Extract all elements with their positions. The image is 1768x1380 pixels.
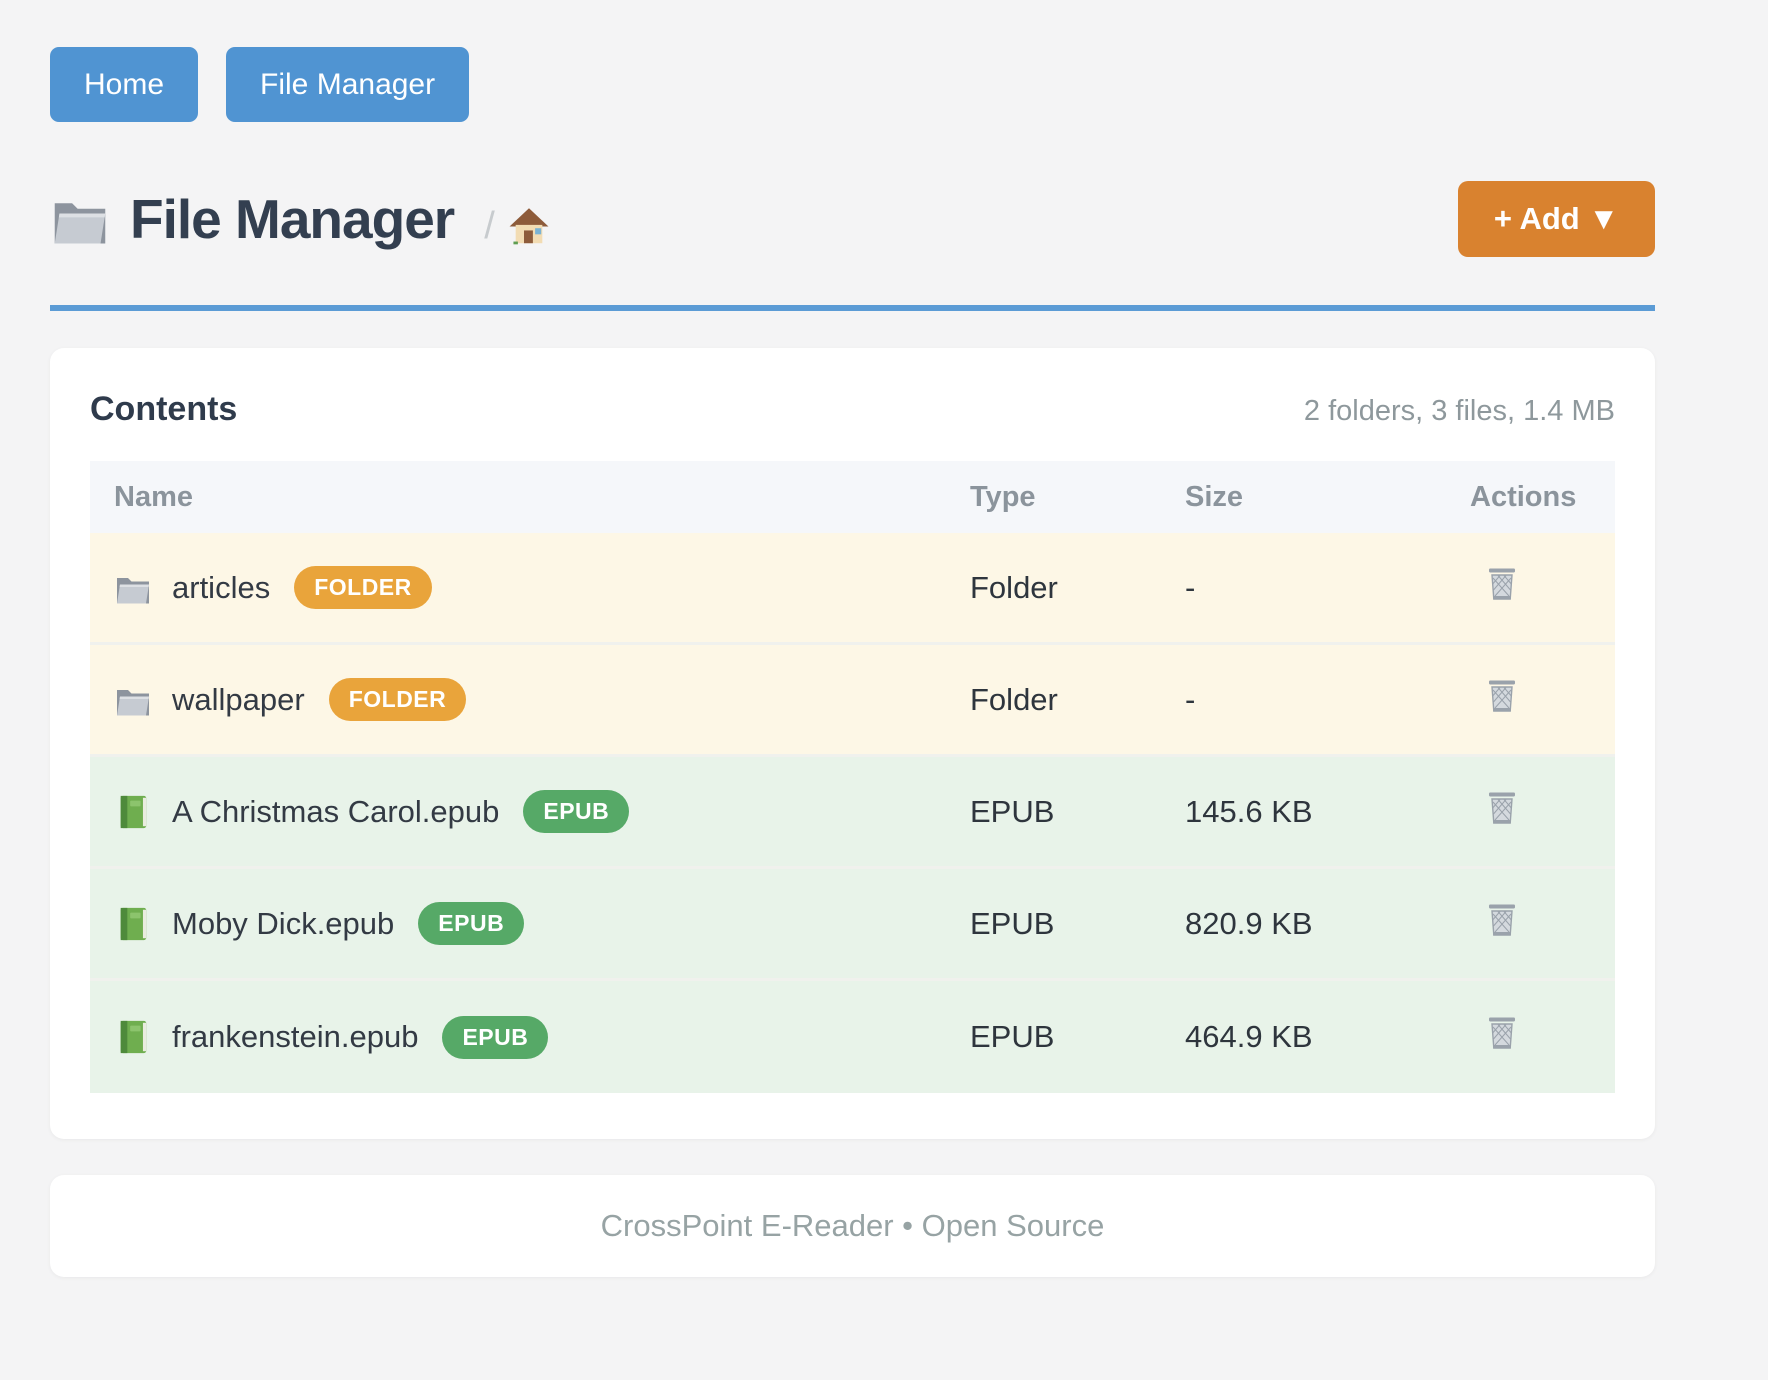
- footer-card: CrossPoint E-Reader • Open Source: [50, 1175, 1655, 1277]
- file-type-badge: EPUB: [418, 902, 524, 945]
- header-divider: [50, 305, 1655, 311]
- table-body: articles FOLDER Folder -: [90, 533, 1615, 1093]
- file-name: Moby Dick.epub: [172, 906, 394, 942]
- file-table: Name Type Size Actions articles FOLDER F…: [90, 461, 1615, 1093]
- contents-summary: 2 folders, 3 files, 1.4 MB: [1304, 395, 1615, 428]
- file-name: wallpaper: [172, 682, 305, 718]
- name-cell: frankenstein.epub EPUB: [90, 1016, 946, 1059]
- file-size: -: [1161, 682, 1446, 718]
- column-header-type: Type: [946, 481, 1161, 514]
- trash-icon: [1484, 901, 1520, 939]
- table-row[interactable]: frankenstein.epub EPUB EPUB 464.9 KB: [90, 981, 1615, 1093]
- folder-icon: [50, 192, 110, 246]
- file-type: EPUB: [946, 1019, 1161, 1055]
- name-cell: articles FOLDER: [90, 566, 946, 609]
- home-button[interactable]: Home: [50, 47, 198, 122]
- delete-button[interactable]: [1484, 901, 1520, 939]
- file-size: 464.9 KB: [1161, 1019, 1446, 1055]
- file-manager-button[interactable]: File Manager: [226, 47, 469, 122]
- file-type-badge: FOLDER: [329, 678, 467, 721]
- name-cell: A Christmas Carol.epub EPUB: [90, 790, 946, 833]
- table-row[interactable]: A Christmas Carol.epub EPUB EPUB 145.6 K…: [90, 757, 1615, 869]
- actions-cell: [1446, 565, 1615, 611]
- name-cell: wallpaper FOLDER: [90, 678, 946, 721]
- table-row[interactable]: articles FOLDER Folder -: [90, 533, 1615, 645]
- file-type: EPUB: [946, 794, 1161, 830]
- actions-cell: [1446, 789, 1615, 835]
- file-type: Folder: [946, 570, 1161, 606]
- top-nav: Home File Manager: [50, 47, 1655, 122]
- contents-card: Contents 2 folders, 3 files, 1.4 MB Name…: [50, 348, 1655, 1139]
- actions-cell: [1446, 677, 1615, 723]
- file-type: Folder: [946, 682, 1161, 718]
- column-header-actions: Actions: [1446, 481, 1615, 514]
- trash-icon: [1484, 1014, 1520, 1052]
- book-icon: [114, 906, 152, 942]
- book-icon: [114, 794, 152, 830]
- file-type-badge: EPUB: [523, 790, 629, 833]
- file-name: A Christmas Carol.epub: [172, 794, 499, 830]
- file-type-badge: EPUB: [442, 1016, 548, 1059]
- trash-icon: [1484, 789, 1520, 827]
- file-size: 820.9 KB: [1161, 906, 1446, 942]
- delete-button[interactable]: [1484, 1014, 1520, 1052]
- folder-icon: [114, 682, 152, 718]
- footer-text: CrossPoint E-Reader • Open Source: [601, 1208, 1105, 1244]
- name-cell: Moby Dick.epub EPUB: [90, 902, 946, 945]
- file-size: 145.6 KB: [1161, 794, 1446, 830]
- delete-button[interactable]: [1484, 789, 1520, 827]
- delete-button[interactable]: [1484, 565, 1520, 603]
- file-size: -: [1161, 570, 1446, 606]
- page-header: File Manager / + Add ▼: [50, 179, 1655, 259]
- trash-icon: [1484, 565, 1520, 603]
- table-row[interactable]: Moby Dick.epub EPUB EPUB 820.9 KB: [90, 869, 1615, 981]
- table-row[interactable]: wallpaper FOLDER Folder -: [90, 645, 1615, 757]
- add-button[interactable]: + Add ▼: [1458, 181, 1655, 257]
- page: Home File Manager File Manager /: [50, 0, 1655, 1277]
- breadcrumb-separator: /: [484, 205, 495, 248]
- breadcrumb: /: [484, 205, 549, 248]
- folder-icon: [114, 570, 152, 606]
- file-type-badge: FOLDER: [294, 566, 432, 609]
- book-icon: [114, 1019, 152, 1055]
- column-header-name: Name: [90, 481, 946, 514]
- table-header: Name Type Size Actions: [90, 461, 1615, 533]
- actions-cell: [1446, 1014, 1615, 1060]
- file-name: frankenstein.epub: [172, 1019, 418, 1055]
- delete-button[interactable]: [1484, 677, 1520, 715]
- column-header-size: Size: [1161, 481, 1446, 514]
- file-type: EPUB: [946, 906, 1161, 942]
- card-header: Contents 2 folders, 3 files, 1.4 MB: [90, 390, 1615, 429]
- file-name: articles: [172, 570, 270, 606]
- contents-heading: Contents: [90, 390, 237, 429]
- actions-cell: [1446, 901, 1615, 947]
- home-icon[interactable]: [509, 206, 549, 246]
- trash-icon: [1484, 677, 1520, 715]
- page-title: File Manager: [130, 187, 454, 251]
